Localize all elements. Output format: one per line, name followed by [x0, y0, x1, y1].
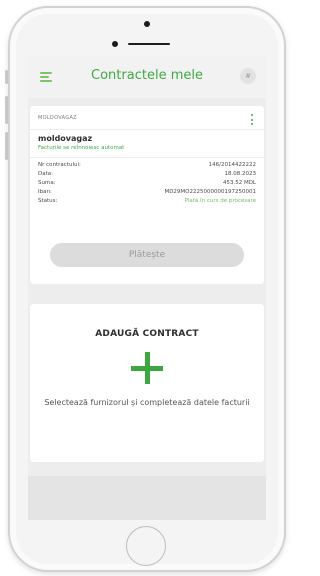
- detail-label: Data:: [38, 171, 53, 177]
- detail-row-status: Status: Plată în curs de procesare: [38, 198, 256, 207]
- auto-renew-note: Facturile se reînnoiesc automat: [38, 145, 125, 151]
- page-title: Contractele mele: [91, 68, 203, 83]
- menu-icon[interactable]: [38, 70, 58, 84]
- detail-label: Iban:: [38, 189, 52, 195]
- help-icon[interactable]: #: [240, 68, 256, 84]
- add-contract-card[interactable]: ADAUGĂ CONTRACT Selectează furnizorul și…: [30, 304, 264, 462]
- detail-row-date: Data: 18.08.2023: [38, 171, 256, 180]
- bottom-bar: [28, 476, 266, 520]
- app-header: Contractele mele #: [28, 56, 266, 98]
- home-button[interactable]: [126, 526, 166, 566]
- more-vertical-icon[interactable]: [249, 113, 255, 127]
- detail-row-amount: Suma: 453.52 MDL: [38, 180, 256, 189]
- detail-value: MD29MO2225000000197250001: [164, 189, 256, 195]
- pay-button[interactable]: Plătește: [50, 243, 244, 267]
- app-screen: Contractele mele # MOLDOVAGAZ moldovagaz…: [28, 56, 266, 520]
- detail-row-iban: Iban: MD29MO2225000000197250001: [38, 189, 256, 198]
- divider: [30, 129, 264, 130]
- detail-value: 453.52 MDL: [222, 180, 256, 186]
- camera-icon: [144, 21, 150, 27]
- detail-label: Nr contractului:: [38, 162, 81, 168]
- detail-label: Suma:: [38, 180, 56, 186]
- detail-value: 18.08.2023: [224, 171, 257, 177]
- contract-details: Nr contractului: 146/2014422222 Data: 18…: [38, 162, 256, 207]
- speaker-grille: [128, 43, 170, 45]
- divider: [30, 157, 264, 158]
- detail-label: Status:: [38, 198, 58, 204]
- plus-icon[interactable]: [131, 352, 163, 384]
- detail-row-contract-number: Nr contractului: 146/2014422222: [38, 162, 256, 171]
- detail-value: 146/2014422222: [208, 162, 256, 168]
- contract-code: MOLDOVAGAZ: [38, 115, 77, 121]
- status-badge: Plată în curs de procesare: [184, 198, 256, 204]
- sensor-icon: [112, 41, 118, 47]
- add-contract-description: Selectează furnizorul și completează dat…: [44, 398, 250, 407]
- add-contract-title: ADAUGĂ CONTRACT: [95, 329, 199, 339]
- provider-name: moldovagaz: [38, 134, 93, 143]
- contract-card: MOLDOVAGAZ moldovagaz Facturile se reînn…: [30, 106, 264, 284]
